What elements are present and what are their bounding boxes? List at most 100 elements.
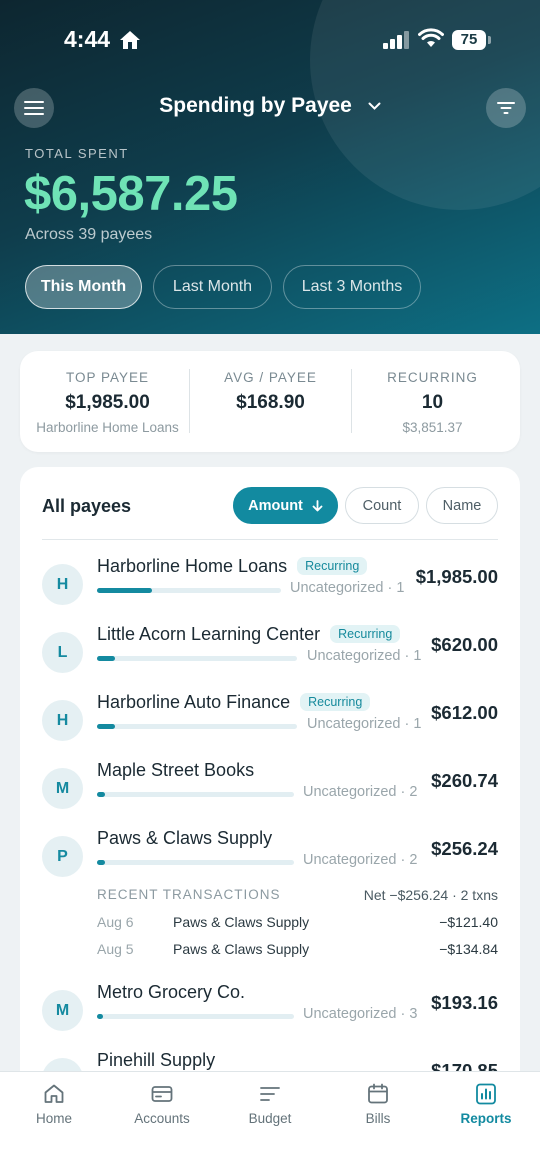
stat-label: AVG / PAYEE — [224, 370, 317, 385]
range-this-month-button[interactable]: This Month — [25, 265, 142, 309]
filter-button[interactable] — [486, 88, 526, 128]
list-divider — [42, 539, 498, 540]
stat-value: $1,985.00 — [65, 392, 150, 413]
sort-label: Amount — [248, 497, 303, 514]
payee-row[interactable]: H Harborline Auto Finance Recurring Uncat… — [20, 692, 520, 752]
spend-share-fill — [97, 588, 152, 593]
payee-meta: Uncategorized · 2 — [303, 852, 418, 868]
stat-value: 10 — [421, 392, 444, 413]
spend-share-fill — [97, 792, 105, 797]
nav-accounts[interactable]: Accounts — [108, 1072, 216, 1142]
payee-meta: Uncategorized · 1 — [290, 580, 405, 596]
transaction-row[interactable]: Aug 5 Paws & Claws Supply −$134.84 — [97, 941, 498, 963]
spend-share-bar — [97, 1014, 294, 1019]
sort-count-button[interactable]: Count — [345, 487, 419, 524]
payee-name: Pinehill Supply — [97, 1050, 216, 1070]
stats-card: TOP PAYEE $1,985.00 Harborline Home Loan… — [20, 351, 520, 452]
total-spent-amount: $6,587.25 — [24, 167, 238, 221]
stat-label: RECURRING — [387, 370, 478, 385]
payee-amount: $260.74 — [431, 770, 498, 791]
payee-amount: $612.00 — [431, 702, 498, 723]
payee-meta: Uncategorized · 1 — [307, 716, 422, 732]
transaction-row[interactable]: Aug 6 Paws & Claws Supply −$121.40 — [97, 914, 498, 936]
nav-reports[interactable]: Reports — [432, 1072, 540, 1142]
stat-top-payee: TOP PAYEE $1,985.00 Harborline Home Loan… — [20, 351, 195, 452]
payee-name-line: Metro Grocery Co. — [97, 982, 245, 1003]
range-last-3-months-button[interactable]: Last 3 Months — [283, 265, 421, 309]
payee-name-line: Harborline Auto Finance Recurring — [97, 692, 371, 713]
header-hero: 4:44 75 Spending by Payee TOTAL SPENT $6… — [0, 0, 540, 334]
spend-share-bar — [97, 656, 297, 661]
home-status-icon — [120, 31, 140, 49]
transaction-date: Aug 6 — [97, 914, 134, 930]
stat-sub: Harborline Home Loans — [36, 420, 179, 435]
status-bar: 4:44 75 — [0, 0, 540, 80]
nav-label: Bills — [365, 1111, 391, 1126]
spend-share-bar — [97, 588, 281, 593]
spend-share-bar — [97, 724, 297, 729]
budget-lines-icon — [260, 1087, 280, 1101]
battery-icon: 75 — [452, 30, 486, 50]
recent-transactions: RECENT TRANSACTIONS Net −$256.24 · 2 txn… — [97, 887, 498, 957]
page-title-dropdown[interactable]: Spending by Payee — [0, 94, 540, 118]
payee-meta: Uncategorized · 2 — [303, 784, 418, 800]
transaction-amount: −$121.40 — [439, 914, 498, 930]
sort-name-button[interactable]: Name — [426, 487, 498, 524]
payee-avatar: H — [42, 700, 83, 741]
stat-avg-payee: AVG / PAYEE $168.90 — [183, 351, 358, 452]
spend-share-bar — [97, 860, 294, 865]
nav-label: Reports — [460, 1111, 512, 1126]
payee-name-line: Little Acorn Learning Center Recurring — [97, 624, 401, 645]
payee-amount: $256.24 — [431, 838, 498, 859]
payee-row[interactable]: L Little Acorn Learning Center Recurring … — [20, 624, 520, 684]
filter-icon — [497, 102, 515, 114]
spend-share-fill — [97, 724, 115, 729]
payee-avatar: M — [42, 768, 83, 809]
payee-row[interactable]: M Maple Street Books Uncategorized · 2 $… — [20, 760, 520, 820]
stat-value: $168.90 — [236, 392, 305, 413]
nav-bills[interactable]: Bills — [324, 1072, 432, 1142]
payee-name-line: Maple Street Books — [97, 760, 254, 781]
spend-share-fill — [97, 656, 115, 661]
payee-list-card: All payees Amount Count Name H Harborlin… — [20, 467, 520, 1173]
payee-row[interactable]: M Metro Grocery Co. Uncategorized · 3 $1… — [20, 982, 520, 1042]
transaction-payee: Paws & Claws Supply — [173, 941, 310, 957]
wallet-icon — [151, 1086, 173, 1102]
chart-icon — [476, 1083, 496, 1105]
range-last-month-button[interactable]: Last Month — [153, 265, 272, 309]
spend-share-fill — [97, 1014, 103, 1019]
page-title: Spending by Payee — [159, 94, 352, 117]
nav-budget[interactable]: Budget — [216, 1072, 324, 1142]
status-time: 4:44 — [64, 26, 111, 52]
payee-amount: $1,985.00 — [415, 566, 498, 587]
transaction-amount: −$134.84 — [439, 941, 498, 957]
sort-amount-button[interactable]: Amount — [233, 487, 338, 524]
payee-name: Little Acorn Learning Center — [97, 624, 321, 644]
spend-share-bar — [97, 792, 294, 797]
nav-home[interactable]: Home — [0, 1072, 108, 1142]
payee-row[interactable]: P Paws & Claws Supply Uncategorized · 2 … — [20, 828, 520, 888]
battery-tip — [488, 36, 491, 44]
payee-avatar: P — [42, 836, 83, 877]
payee-avatar: L — [42, 632, 83, 673]
list-title: All payees — [42, 496, 132, 516]
payee-avatar: M — [42, 990, 83, 1031]
chevron-down-icon — [368, 102, 381, 110]
home-icon — [44, 1084, 64, 1103]
payee-name: Maple Street Books — [97, 760, 255, 780]
arrow-down-icon — [312, 499, 323, 511]
total-spent-label: TOTAL SPENT — [25, 146, 129, 161]
nav-label: Home — [35, 1111, 72, 1126]
nav-label: Accounts — [134, 1111, 190, 1126]
payee-row[interactable]: H Harborline Home Loans Recurring Uncateg… — [20, 556, 520, 616]
recurring-badge: Recurring — [300, 693, 371, 711]
stat-sub: $3,851.37 — [402, 420, 463, 435]
payee-name: Harborline Home Loans — [97, 556, 288, 576]
transaction-date: Aug 5 — [97, 941, 134, 957]
nav-label: Budget — [248, 1111, 292, 1126]
cell-signal-icon — [383, 31, 409, 49]
recurring-badge: Recurring — [330, 625, 401, 643]
payee-name: Metro Grocery Co. — [97, 982, 246, 1002]
payee-amount: $620.00 — [431, 634, 498, 655]
payee-name-line: Harborline Home Loans Recurring — [97, 556, 368, 577]
